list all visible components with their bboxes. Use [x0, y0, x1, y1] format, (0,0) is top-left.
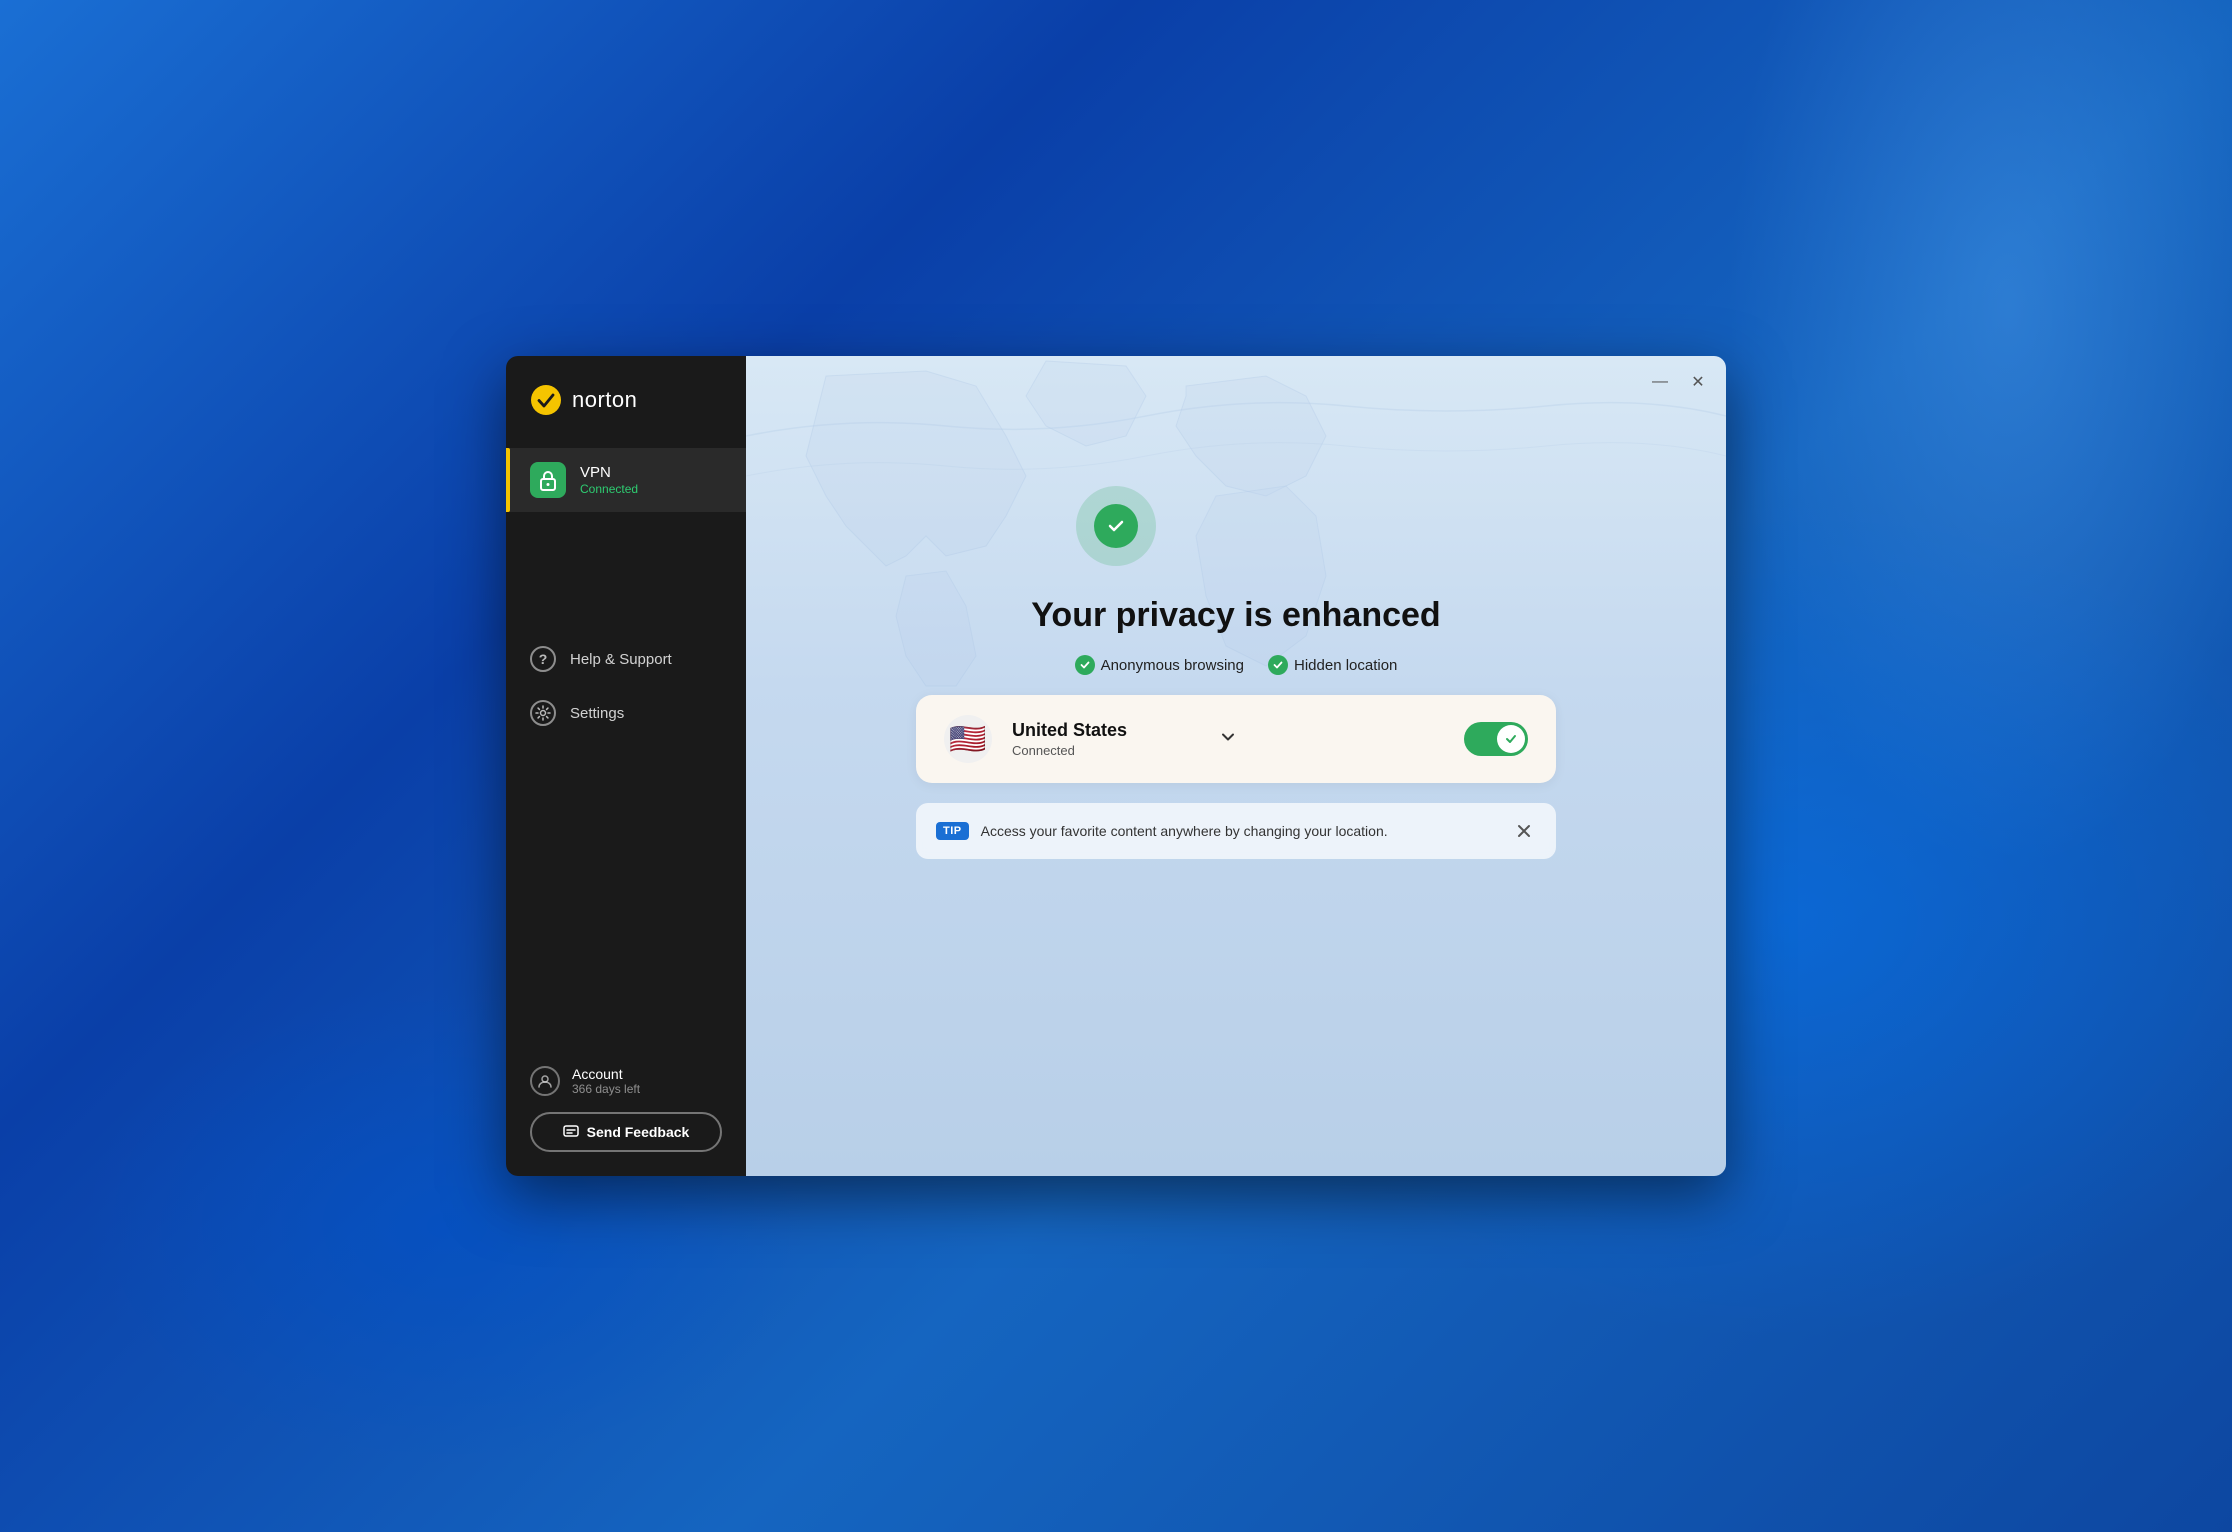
main-content: — ✕ — [746, 356, 1726, 1176]
settings-icon — [530, 700, 556, 726]
sidebar-bottom: Account 366 days left Send Feedback — [506, 1050, 746, 1176]
privacy-title: Your privacy is enhanced — [1031, 596, 1440, 635]
vpn-icon — [530, 462, 566, 498]
sidebar: norton VPN Connected — [506, 356, 746, 1176]
help-icon: ? — [530, 646, 556, 672]
sidebar-item-settings[interactable]: Settings — [506, 686, 746, 740]
account-sublabel: 366 days left — [572, 1082, 640, 1096]
country-info: United States Connected — [1012, 720, 1190, 758]
anonymous-badge-text: Anonymous browsing — [1101, 657, 1244, 674]
sidebar-item-vpn[interactable]: VPN Connected — [506, 448, 746, 512]
account-label: Account — [572, 1066, 640, 1082]
content-area: Your privacy is enhanced Anonymous brows… — [746, 356, 1726, 899]
toggle-knob — [1497, 725, 1525, 753]
hidden-location-badge: Hidden location — [1268, 655, 1397, 675]
feedback-btn-label: Send Feedback — [587, 1124, 690, 1140]
tip-badge: TIP — [936, 822, 969, 840]
close-button[interactable]: ✕ — [1686, 370, 1710, 394]
app-window: norton VPN Connected — [506, 356, 1726, 1176]
sidebar-nav: VPN Connected ? Help & Support — [506, 440, 746, 1050]
anonymous-check-icon — [1075, 655, 1095, 675]
country-dropdown-button[interactable] — [1210, 723, 1246, 756]
vpn-toggle[interactable] — [1464, 722, 1528, 756]
account-text: Account 366 days left — [572, 1066, 640, 1096]
vpn-nav-label: VPN — [580, 464, 638, 481]
anonymous-browsing-badge: Anonymous browsing — [1075, 655, 1244, 675]
send-feedback-button[interactable]: Send Feedback — [530, 1112, 722, 1152]
privacy-badges: Anonymous browsing Hidden location — [1075, 655, 1398, 675]
window-controls: — ✕ — [1648, 370, 1710, 394]
sidebar-item-help[interactable]: ? Help & Support — [506, 632, 746, 686]
help-label: Help & Support — [570, 651, 672, 668]
vpn-connection-card[interactable]: 🇺🇸 United States Connected — [916, 695, 1556, 783]
tip-text: Access your favorite content anywhere by… — [981, 823, 1500, 839]
hidden-check-icon — [1268, 655, 1288, 675]
vpn-nav-sublabel: Connected — [580, 482, 638, 496]
tip-close-button[interactable] — [1512, 819, 1536, 843]
connection-status: Connected — [1012, 743, 1190, 758]
norton-logo-text: norton — [572, 387, 637, 413]
vpn-nav-text: VPN Connected — [580, 464, 638, 496]
norton-logo-icon — [530, 384, 562, 416]
tip-bar: TIP Access your favorite content anywher… — [916, 803, 1556, 859]
account-item[interactable]: Account 366 days left — [530, 1066, 722, 1096]
settings-label: Settings — [570, 705, 624, 722]
minimize-button[interactable]: — — [1648, 370, 1672, 394]
country-name: United States — [1012, 720, 1190, 741]
country-flag: 🇺🇸 — [944, 715, 992, 763]
account-icon — [530, 1066, 560, 1096]
hidden-badge-text: Hidden location — [1294, 657, 1397, 674]
logo-area: norton — [506, 356, 746, 440]
